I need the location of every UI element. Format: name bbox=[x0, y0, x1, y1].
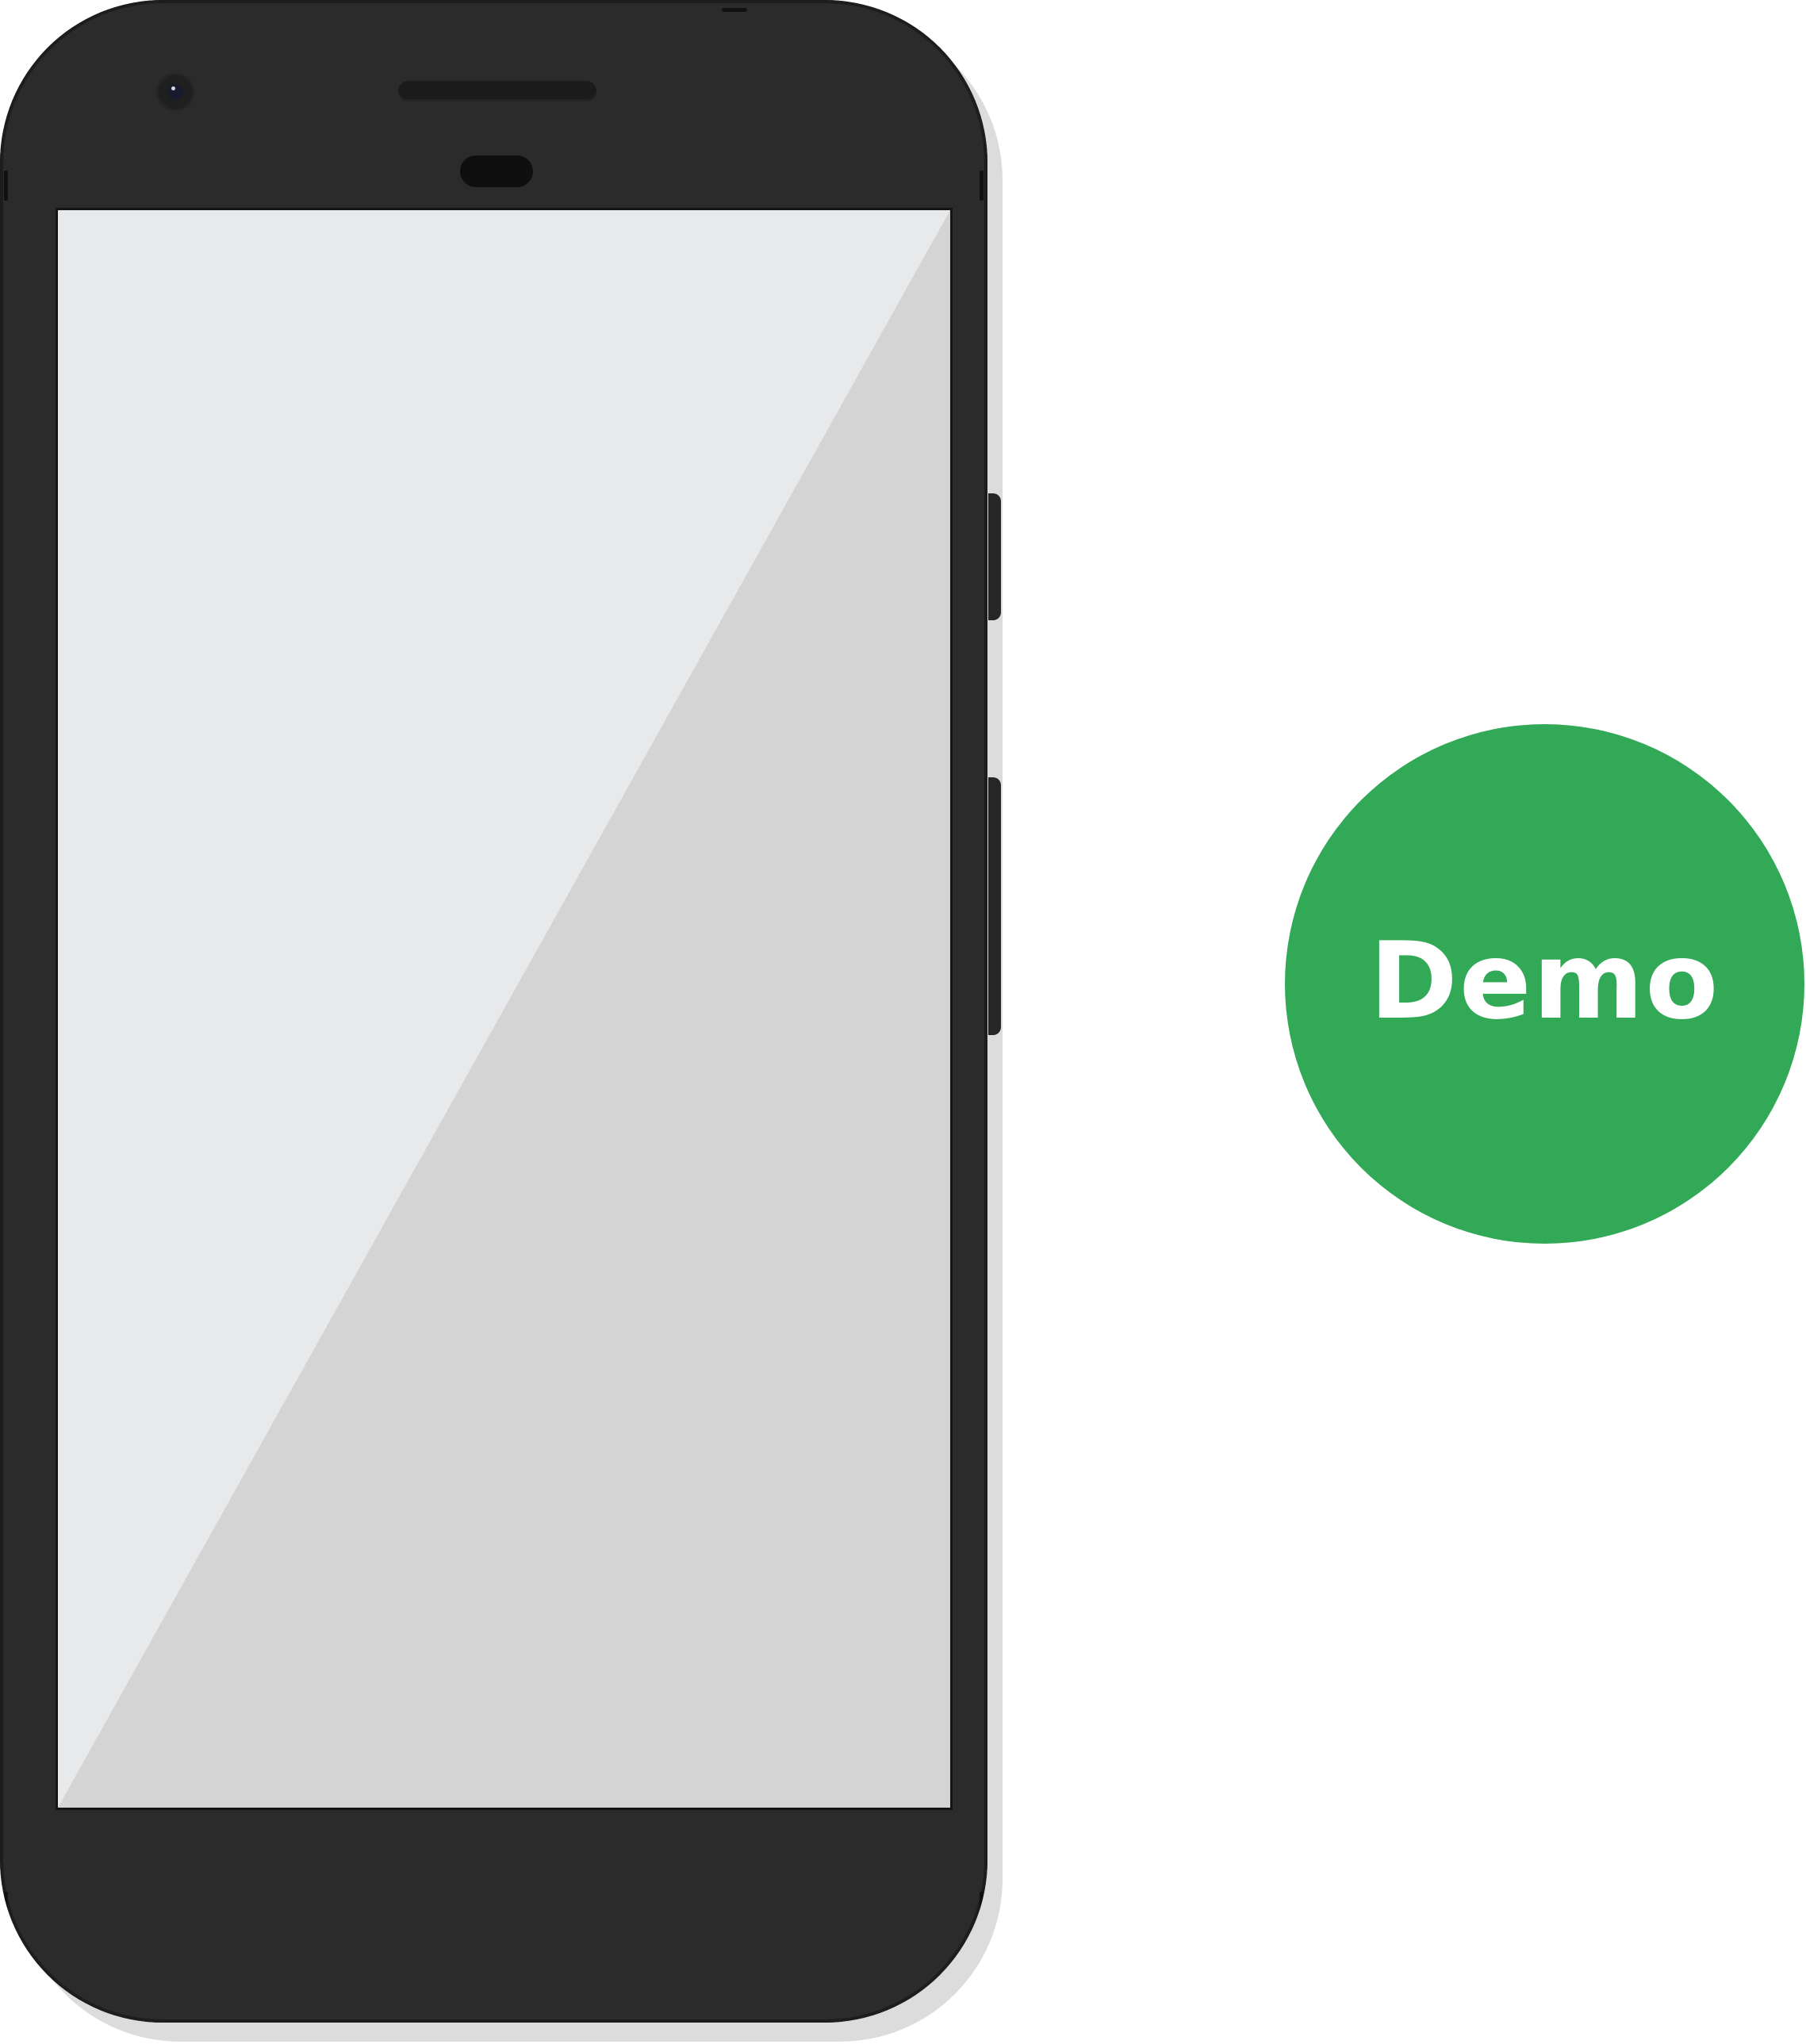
top-antenna-line bbox=[722, 8, 747, 12]
demo-badge[interactable]: Demo bbox=[1285, 724, 1804, 1244]
proximity-sensor bbox=[460, 155, 533, 187]
power-button[interactable] bbox=[988, 493, 1001, 620]
antenna-band bbox=[4, 171, 8, 201]
earpiece-speaker bbox=[398, 81, 596, 102]
phone-screen[interactable] bbox=[56, 208, 953, 1810]
demo-badge-label: Demo bbox=[1369, 918, 1720, 1043]
antenna-band bbox=[980, 171, 984, 201]
volume-rocker[interactable] bbox=[988, 777, 1001, 1035]
mockup-canvas: Demo bbox=[0, 0, 1806, 2044]
phone-body bbox=[0, 0, 987, 2023]
screen-glare bbox=[58, 210, 950, 1808]
antenna-band bbox=[980, 1892, 984, 1935]
camera-glint bbox=[171, 86, 175, 90]
front-camera-icon bbox=[156, 73, 194, 111]
antenna-band bbox=[4, 1892, 8, 1935]
camera-lens bbox=[167, 84, 183, 100]
